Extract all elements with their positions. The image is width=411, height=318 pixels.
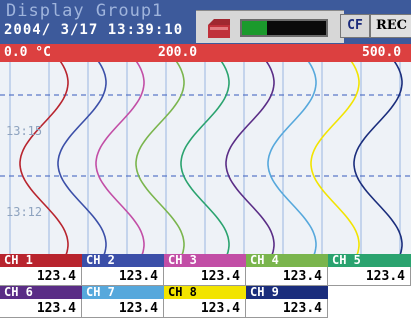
channel-cell: CH 6 123.4	[0, 286, 82, 318]
channel-name: CH 2	[82, 254, 164, 267]
channel-value: 123.4	[246, 267, 328, 286]
scale-max-label: 500.0	[362, 45, 402, 60]
channel-value: 123.4	[82, 267, 164, 286]
channel-name: CH 6	[0, 286, 82, 299]
channel-value: 123.4	[164, 267, 246, 286]
time-label-lower: 13:12	[6, 205, 43, 219]
channel-name: CH 1	[0, 254, 82, 267]
time-label-upper: 13:15	[6, 124, 43, 138]
channel-cell: CH 2 123.4	[82, 254, 164, 286]
channel-name: CH 4	[246, 254, 328, 267]
channel-value: 123.4	[82, 299, 164, 318]
trend-line-1	[19, 62, 69, 254]
channel-name: CH 3	[164, 254, 246, 267]
channel-cell: CH 5 123.4	[328, 254, 411, 286]
cf-card-icon: CF	[340, 14, 370, 38]
trend-plot: 13:15 13:12	[0, 62, 411, 254]
channel-value: 123.4	[328, 267, 411, 286]
memory-card-icon	[206, 17, 232, 39]
trend-line-8	[310, 62, 360, 254]
memory-usage-fill	[242, 21, 268, 35]
channel-value: 123.4	[0, 267, 82, 286]
status-area	[196, 10, 344, 43]
display-group-title: Display Group1	[6, 1, 164, 21]
trend-line-6	[225, 62, 275, 254]
trend-line-7	[267, 62, 317, 254]
channel-cell: CH 1 123.4	[0, 254, 82, 286]
channel-name: CH 5	[328, 254, 411, 267]
channel-cell: CH 7 123.4	[82, 286, 164, 318]
channel-name: CH 8	[164, 286, 246, 299]
datetime-readout: 2004/ 3/17 13:39:10	[4, 22, 184, 38]
channel-cell: CH 8 123.4	[164, 286, 246, 318]
channel-cell: CH 4 123.4	[246, 254, 328, 286]
trend-line-2	[57, 62, 107, 254]
scale-min-label: 0.0 °C	[4, 45, 51, 60]
memory-usage-bar	[240, 19, 328, 37]
trend-chart	[0, 62, 411, 254]
recorder-screen: Display Group1 2004/ 3/17 13:39:10 CF RE…	[0, 0, 411, 318]
scale-mid-label: 200.0	[158, 45, 198, 60]
channel-value: 123.4	[164, 299, 246, 318]
rec-status-badge: REC	[370, 14, 411, 38]
channel-value: 123.4	[0, 299, 82, 318]
channel-name: CH 7	[82, 286, 164, 299]
channel-value: 123.4	[246, 299, 328, 318]
channel-cell: CH 9 123.4	[246, 286, 328, 318]
channel-cell: CH 3 123.4	[164, 254, 246, 286]
channel-name: CH 9	[246, 286, 328, 299]
channel-panel: CH 1 123.4 CH 2 123.4 CH 3 123.4 CH 4 123.4 CH 5…	[0, 254, 411, 318]
scale-bar: 0.0 °C 200.0 500.0	[0, 44, 411, 62]
header-bar: Display Group1 2004/ 3/17 13:39:10 CF RE…	[0, 0, 411, 44]
